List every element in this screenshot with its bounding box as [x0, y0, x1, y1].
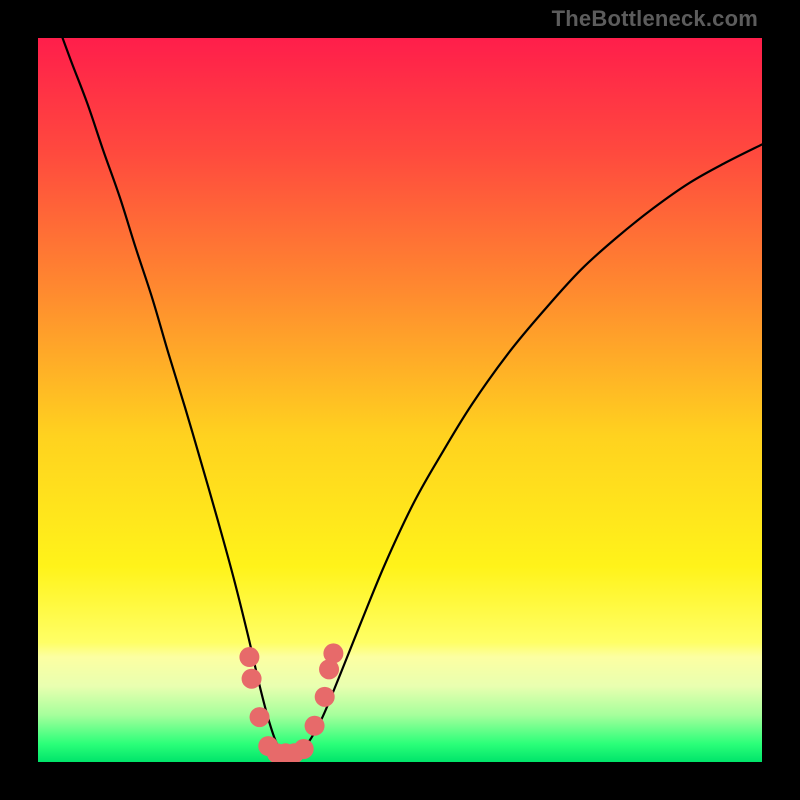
outer-frame: TheBottleneck.com	[0, 0, 800, 800]
highlight-dot	[315, 687, 335, 707]
plot-area	[38, 38, 762, 762]
watermark-text: TheBottleneck.com	[552, 6, 758, 32]
highlight-dot	[323, 643, 343, 663]
chart-svg	[38, 38, 762, 762]
chart-background	[38, 38, 762, 762]
highlight-dot	[239, 647, 259, 667]
highlight-dot	[250, 707, 270, 727]
highlight-dot	[242, 669, 262, 689]
highlight-dot	[305, 716, 325, 736]
highlight-dot	[294, 739, 314, 759]
